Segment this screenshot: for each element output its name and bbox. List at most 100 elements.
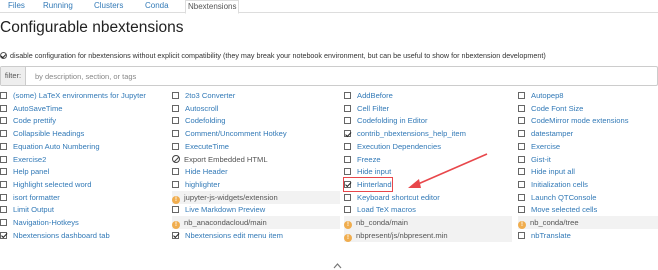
checkbox-icon[interactable]: [518, 92, 525, 99]
nbextension-label[interactable]: Nbextensions dashboard tab: [13, 231, 110, 240]
nbextension-label[interactable]: Initialization cells: [531, 180, 588, 189]
nbextension-item[interactable]: Highlight selected word: [0, 178, 92, 191]
checked-checkbox-icon[interactable]: [172, 231, 179, 239]
nbextension-label[interactable]: Keyboard shortcut editor: [357, 193, 440, 202]
nbextension-label[interactable]: Collapsible Headings: [13, 129, 84, 138]
nbextension-item[interactable]: AddBefore: [344, 89, 393, 102]
nbextension-label[interactable]: nb_anacondacloud/main: [184, 218, 267, 227]
nbextension-item[interactable]: ! nbpresent/js/nbpresent.min: [344, 228, 512, 242]
checkbox-icon[interactable]: [518, 117, 525, 125]
chevron-up-icon[interactable]: [333, 262, 342, 270]
nbextension-item[interactable]: highlighter: [172, 178, 220, 191]
nbextension-item[interactable]: Comment/Uncomment Hotkey: [172, 127, 287, 140]
checkbox-icon[interactable]: [518, 142, 525, 150]
nbextension-item[interactable]: Codefolding in Editor: [344, 114, 428, 127]
nbextension-label[interactable]: Execution Dependencies: [357, 142, 441, 151]
nbextension-item[interactable]: Export Embedded HTML: [172, 153, 268, 166]
nbextension-label[interactable]: nb_conda/main: [356, 218, 408, 227]
nbextension-item[interactable]: Limit Output: [0, 203, 54, 216]
nbextension-label[interactable]: Hide Header: [185, 167, 228, 176]
nbextension-item[interactable]: ! nb_anacondacloud/main: [172, 216, 340, 229]
nbextension-item[interactable]: contrib_nbextensions_help_item: [344, 127, 466, 140]
nbextension-label[interactable]: Autoscroll: [185, 104, 218, 113]
checkbox-icon[interactable]: [518, 180, 525, 188]
nbextension-label[interactable]: Help panel: [13, 167, 49, 176]
checked-checkbox-icon[interactable]: [344, 180, 351, 188]
nbextension-item[interactable]: Nbextensions dashboard tab: [0, 229, 110, 242]
nbextension-label[interactable]: highlighter: [185, 180, 220, 189]
checkbox-icon[interactable]: [344, 155, 351, 163]
checkbox-icon[interactable]: [344, 92, 351, 99]
nbextension-label[interactable]: nbTranslate: [531, 231, 571, 240]
checkbox-icon[interactable]: [518, 104, 525, 112]
nbextension-item[interactable]: Navigation-Hotkeys: [0, 216, 79, 229]
compat-checkbox[interactable]: [0, 52, 7, 59]
nbextension-item[interactable]: Hide input all: [518, 165, 575, 178]
checkbox-icon[interactable]: [172, 142, 179, 150]
nbextension-label[interactable]: AddBefore: [357, 91, 393, 100]
nbextension-item[interactable]: Nbextensions edit menu item: [172, 229, 283, 242]
nbextension-item[interactable]: Code Font Size: [518, 102, 583, 115]
nbextension-label[interactable]: Codefolding: [185, 116, 226, 125]
nbextension-item[interactable]: Gist-it: [518, 153, 551, 166]
checkbox-icon[interactable]: [0, 193, 7, 201]
checkbox-icon[interactable]: [518, 206, 525, 214]
nbextension-label[interactable]: Move selected cells: [531, 205, 597, 214]
nbextension-item[interactable]: Cell Filter: [344, 102, 389, 115]
nbextension-label[interactable]: Highlight selected word: [13, 180, 92, 189]
nbextension-item[interactable]: Autoscroll: [172, 102, 218, 115]
nbextension-item[interactable]: Exercise: [518, 140, 560, 153]
checkbox-icon[interactable]: [518, 231, 525, 239]
nbextension-item[interactable]: datestamper: [518, 127, 573, 140]
nbextension-label[interactable]: nbpresent/js/nbpresent.min: [356, 231, 448, 240]
checkbox-icon[interactable]: [0, 180, 7, 188]
checkbox-icon[interactable]: [518, 155, 525, 163]
nbextension-label[interactable]: Hide input all: [531, 167, 575, 176]
nbextension-item[interactable]: Code prettify: [0, 114, 56, 127]
nbextension-label[interactable]: Equation Auto Numbering: [13, 142, 100, 151]
checked-checkbox-icon[interactable]: [344, 130, 351, 138]
nbextension-label[interactable]: Autopep8: [531, 91, 564, 100]
nbextension-item[interactable]: ! jupyter-js-widgets/extension: [172, 190, 340, 204]
nbextension-item[interactable]: nbTranslate: [518, 229, 571, 242]
nbextension-label[interactable]: Hinterland: [357, 180, 392, 189]
checkbox-icon[interactable]: [0, 92, 7, 99]
nbextension-item[interactable]: Collapsible Headings: [0, 127, 84, 140]
tab-conda[interactable]: Conda: [143, 0, 171, 13]
checkbox-icon[interactable]: [172, 130, 179, 138]
checkbox-icon[interactable]: [172, 206, 179, 214]
compat-option[interactable]: disable configuration for nbextensions w…: [0, 50, 546, 62]
nbextension-item[interactable]: Hinterland: [343, 176, 393, 192]
checkbox-icon[interactable]: [344, 142, 351, 150]
nbextension-item[interactable]: Keyboard shortcut editor: [344, 191, 440, 204]
nbextension-label[interactable]: Launch QTConsole: [531, 193, 596, 202]
tab-files[interactable]: Files: [6, 0, 27, 13]
nbextension-item[interactable]: CodeMirror mode extensions: [518, 114, 629, 127]
checkbox-icon[interactable]: [518, 168, 525, 176]
nbextension-label[interactable]: Code prettify: [13, 116, 56, 125]
nbextension-item[interactable]: Exercise2: [0, 153, 46, 166]
nbextension-item[interactable]: 2to3 Converter: [172, 89, 235, 102]
nbextension-item[interactable]: Autopep8: [518, 89, 564, 102]
checkbox-icon[interactable]: [0, 117, 7, 125]
nbextension-item[interactable]: Execution Dependencies: [344, 140, 441, 153]
nbextension-label[interactable]: Export Embedded HTML: [184, 155, 268, 164]
nbextension-item[interactable]: Move selected cells: [518, 203, 597, 216]
nbextension-item[interactable]: AutoSaveTime: [0, 102, 63, 115]
nbextension-label[interactable]: Gist-it: [531, 155, 551, 164]
checkbox-icon[interactable]: [344, 193, 351, 201]
nbextension-label[interactable]: Exercise: [531, 142, 560, 151]
nbextension-item[interactable]: Freeze: [344, 153, 381, 166]
checkbox-icon[interactable]: [172, 168, 179, 176]
nbextension-label[interactable]: (some) LaTeX environments for Jupyter: [13, 91, 146, 100]
nbextension-label[interactable]: ExecuteTime: [185, 142, 229, 151]
checkbox-icon[interactable]: [344, 206, 351, 214]
nbextension-label[interactable]: nb_conda/tree: [530, 218, 579, 227]
nbextension-item[interactable]: ExecuteTime: [172, 140, 229, 153]
tab-nbextensions[interactable]: Nbextensions: [185, 0, 240, 14]
nbextension-item[interactable]: Load TeX macros: [344, 203, 416, 216]
nbextension-label[interactable]: Navigation-Hotkeys: [13, 218, 79, 227]
checkbox-icon[interactable]: [518, 130, 525, 138]
nbextension-item[interactable]: Hide input: [344, 165, 391, 178]
checked-checkbox-icon[interactable]: [0, 231, 7, 239]
